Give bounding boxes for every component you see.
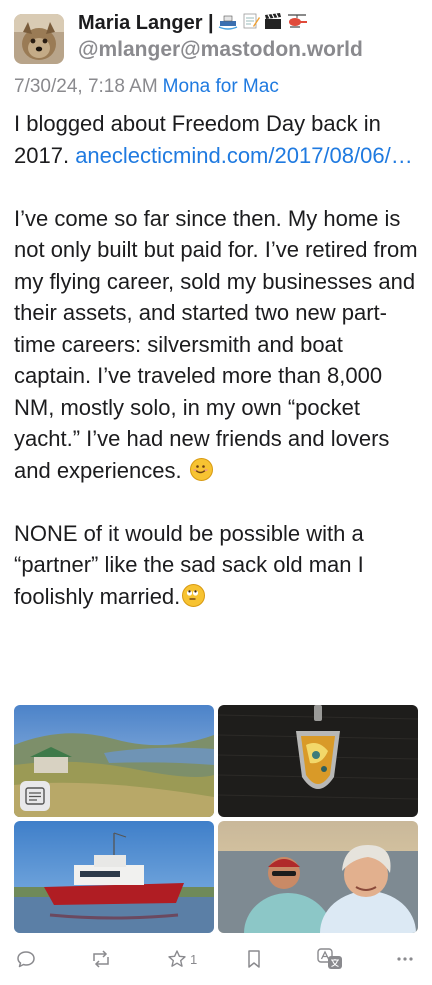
favourite-button[interactable]: 1 [167, 946, 197, 972]
boost-icon [93, 950, 109, 968]
boat-photo[interactable] [14, 821, 214, 933]
alt-text-icon[interactable] [20, 781, 50, 811]
post-link[interactable]: aneclecticmind.com/2017/08/06/… [75, 143, 413, 168]
ship-icon [218, 12, 238, 34]
more-icon [397, 957, 413, 961]
client-link[interactable]: Mona for Mac [163, 76, 279, 97]
helicopter-icon [286, 12, 308, 34]
reply-button[interactable] [16, 946, 36, 972]
post-paragraph-1: I blogged about Freedom Day back in 2017… [14, 108, 422, 171]
reply-icon [17, 951, 35, 968]
star-icon [168, 950, 186, 967]
translate-icon [317, 948, 342, 969]
pendant-photo[interactable] [218, 705, 418, 817]
post-meta: 7/30/24, 7:18 AM Mona for Mac [14, 76, 279, 98]
avatar[interactable] [14, 14, 64, 64]
favourite-count: 1 [190, 951, 198, 967]
post-paragraph-2: I’ve come so far since then. My home is … [14, 203, 422, 487]
author-name-row[interactable]: Maria Langer | [78, 10, 308, 36]
bookmark-icon [248, 950, 260, 968]
boost-button[interactable] [90, 946, 112, 972]
more-button[interactable] [396, 946, 414, 972]
post-paragraph-3: NONE of it would be possible with a “par… [14, 518, 422, 613]
eye-roll-emoji-icon [182, 583, 206, 607]
landscape-photo[interactable] [14, 705, 214, 817]
selfie-photo[interactable] [218, 821, 418, 933]
action-bar: 1 [0, 944, 432, 974]
memo-icon [242, 12, 260, 34]
post-text-2: I’ve come so far since then. My home is … [14, 205, 418, 483]
post-body: I blogged about Freedom Day back in 2017… [14, 108, 422, 612]
translate-button[interactable] [317, 946, 343, 972]
post-timestamp[interactable]: 7/30/24, 7:18 AM [14, 76, 158, 97]
media-grid [14, 705, 418, 933]
author-display-name[interactable]: Maria Langer | [78, 12, 214, 35]
author-handle[interactable]: @mlanger@mastodon.world [78, 38, 363, 62]
bookmark-button[interactable] [246, 946, 262, 972]
smiling-face-emoji-icon [189, 457, 213, 481]
clapper-icon [264, 12, 282, 34]
